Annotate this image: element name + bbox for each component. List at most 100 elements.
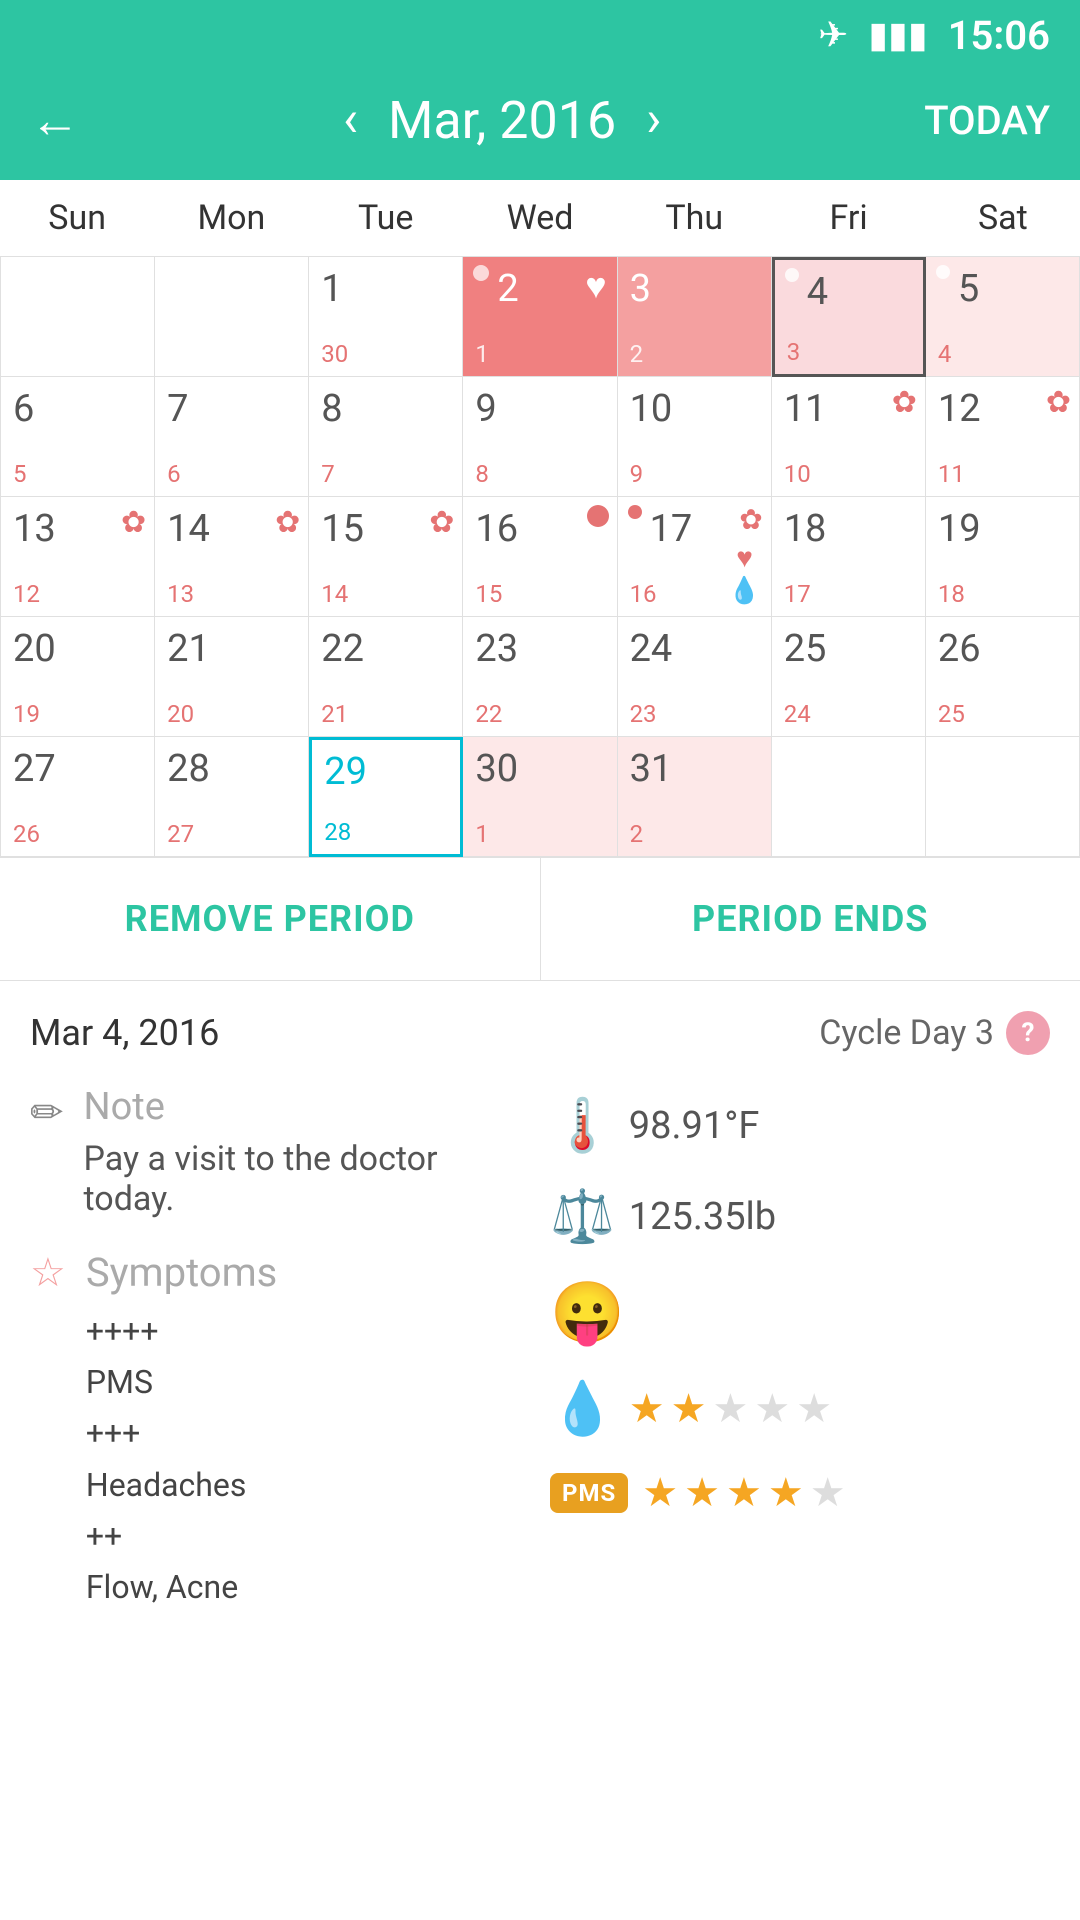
dow-mon: Mon <box>154 180 308 256</box>
cal-cell-mar6[interactable]: 6 5 <box>1 377 155 497</box>
cal-cell-mar11[interactable]: 11 ✿ 10 <box>772 377 926 497</box>
cal-cell-mar26[interactable]: 26 25 <box>926 617 1080 737</box>
dow-fri: Fri <box>771 180 925 256</box>
temperature-value: 98.91°F <box>629 1104 760 1148</box>
symptoms-star-icon: ☆ <box>30 1249 66 1296</box>
cal-cell-mar9[interactable]: 9 8 <box>463 377 617 497</box>
back-button[interactable]: ← <box>30 91 80 150</box>
flow-star-1: ★ <box>629 1385 665 1432</box>
note-title: Note <box>84 1085 530 1129</box>
cal-cell-empty[interactable] <box>1 257 155 377</box>
dow-tue: Tue <box>309 180 463 256</box>
symptoms-list: ++++ PMS +++ Headaches ++ Flow, Acne <box>86 1306 277 1613</box>
battery-icon: ▮▮▮ <box>868 14 927 56</box>
flow-stars: ★ ★ ★ ★ ★ <box>629 1385 832 1432</box>
detail-two-col: ✏ Note Pay a visit to the doctor today. … <box>30 1085 1050 1633</box>
temperature-row: 🌡️ 98.91°F <box>550 1095 1050 1156</box>
cal-cell-empty <box>772 737 926 857</box>
flow-star-5: ★ <box>796 1385 832 1432</box>
period-dot-small <box>936 265 950 279</box>
flow-star-4: ★ <box>754 1385 790 1432</box>
detail-section: Mar 4, 2016 Cycle Day 3 ? ✏ Note Pay a v… <box>0 981 1080 1673</box>
weight-value: 125.35lb <box>629 1195 776 1239</box>
cal-cell-mar21[interactable]: 21 20 <box>155 617 309 737</box>
cal-cell-mar28[interactable]: 28 27 <box>155 737 309 857</box>
symptom-pms-label: PMS <box>86 1357 277 1408</box>
calendar-grid: 1 30 2 ♥ 1 3 2 4 3 5 4 6 5 7 6 8 7 9 8 1… <box>0 257 1080 857</box>
dow-thu: Thu <box>617 180 771 256</box>
cal-cell-mar29[interactable]: 29 28 <box>309 737 463 857</box>
cal-cell-mar5[interactable]: 5 4 <box>926 257 1080 377</box>
heart-icon: ♥ <box>585 265 606 307</box>
symptom-plusplus-label: ++++ <box>86 1306 277 1357</box>
cal-cell-mar25[interactable]: 25 24 <box>772 617 926 737</box>
ovulation-flower-icon: ✿ <box>1046 385 1071 420</box>
heart-pink-icon: ♥ <box>736 541 753 574</box>
flow-star-3: ★ <box>712 1385 748 1432</box>
action-row: REMOVE PERIOD PERIOD ENDS <box>0 857 1080 981</box>
symptoms-content: Symptoms ++++ PMS +++ Headaches ++ Flow,… <box>86 1249 277 1613</box>
weight-row: ⚖️ 125.35lb <box>550 1186 1050 1247</box>
cal-cell-mar14[interactable]: 14 ✿ 13 <box>155 497 309 617</box>
dow-wed: Wed <box>463 180 617 256</box>
symptoms-row: ☆ Symptoms ++++ PMS +++ Headaches ++ Flo… <box>30 1249 530 1613</box>
today-button[interactable]: TODAY <box>924 97 1050 144</box>
ovulation-flower-icon: ✿ <box>892 385 917 420</box>
cal-cell-mar3[interactable]: 3 2 <box>618 257 772 377</box>
prev-month-button[interactable]: ‹ <box>343 91 358 149</box>
note-text: Pay a visit to the doctor today. <box>84 1139 530 1219</box>
cal-cell-mar1[interactable]: 1 30 <box>309 257 463 377</box>
cal-cell-mar20[interactable]: 20 19 <box>1 617 155 737</box>
cal-cell-mar2[interactable]: 2 ♥ 1 <box>463 257 617 377</box>
drop-icon: 💧 <box>728 576 760 606</box>
cal-cell-mar12[interactable]: 12 ✿ 11 <box>926 377 1080 497</box>
airplane-icon: ✈ <box>818 14 848 56</box>
cal-cell-mar10[interactable]: 10 9 <box>618 377 772 497</box>
period-dot <box>628 505 642 519</box>
symptom-plus3-label: +++ <box>86 1408 277 1459</box>
cycle-help-button[interactable]: ? <box>1006 1011 1050 1055</box>
remove-period-button[interactable]: REMOVE PERIOD <box>0 858 541 980</box>
dow-sat: Sat <box>926 180 1080 256</box>
cal-cell-mar31[interactable]: 31 2 <box>618 737 772 857</box>
cal-cell-mar27[interactable]: 27 26 <box>1 737 155 857</box>
cal-cell-empty[interactable] <box>155 257 309 377</box>
note-content: Note Pay a visit to the doctor today. <box>84 1085 530 1219</box>
cal-cell-mar8[interactable]: 8 7 <box>309 377 463 497</box>
detail-header: Mar 4, 2016 Cycle Day 3 ? <box>30 1011 1050 1055</box>
period-dot <box>473 265 489 281</box>
detail-date: Mar 4, 2016 <box>30 1012 219 1054</box>
pms-badge: PMS <box>550 1473 628 1513</box>
cal-cell-mar24[interactable]: 24 23 <box>618 617 772 737</box>
period-ends-button[interactable]: PERIOD ENDS <box>541 858 1080 980</box>
flow-star-2: ★ <box>671 1385 707 1432</box>
cal-cell-mar13[interactable]: 13 ✿ 12 <box>1 497 155 617</box>
month-navigation: ‹ Mar, 2016 › <box>343 90 661 151</box>
ovulation-flower-icon: ✿ <box>429 505 454 540</box>
cal-cell-mar17[interactable]: 17 ✿ ♥ 💧 16 <box>618 497 772 617</box>
cal-cell-mar30[interactable]: 30 1 <box>463 737 617 857</box>
ovulation-flower-icon: ✿ <box>275 505 300 540</box>
next-month-button[interactable]: › <box>646 91 661 149</box>
detail-right-col: 🌡️ 98.91°F ⚖️ 125.35lb 😛 💧 ★ ★ ★ ★ <box>530 1085 1050 1633</box>
status-bar: ✈ ▮▮▮ 15:06 <box>0 0 1080 70</box>
scale-icon: ⚖️ <box>550 1186 615 1247</box>
cal-cell-mar18[interactable]: 18 17 <box>772 497 926 617</box>
flow-rating-row: 💧 ★ ★ ★ ★ ★ <box>550 1378 1050 1439</box>
cal-cell-mar4[interactable]: 4 3 <box>772 257 926 377</box>
ovulation-flower-icon: ✿ <box>121 505 146 540</box>
cal-cell-mar16[interactable]: 16 15 <box>463 497 617 617</box>
note-row: ✏ Note Pay a visit to the doctor today. <box>30 1085 530 1219</box>
cycle-info: Cycle Day 3 ? <box>819 1011 1050 1055</box>
mood-row: 😛 <box>550 1277 1050 1348</box>
pms-rating-row: PMS ★ ★ ★ ★ ★ <box>550 1469 1050 1516</box>
cal-cell-mar19[interactable]: 19 18 <box>926 497 1080 617</box>
cal-cell-mar7[interactable]: 7 6 <box>155 377 309 497</box>
pms-stars: ★ ★ ★ ★ ★ <box>642 1469 845 1516</box>
period-dot-small <box>785 268 799 282</box>
cal-cell-mar22[interactable]: 22 21 <box>309 617 463 737</box>
cal-cell-mar23[interactable]: 23 22 <box>463 617 617 737</box>
cal-cell-mar15[interactable]: 15 ✿ 14 <box>309 497 463 617</box>
pms-star-3: ★ <box>726 1469 762 1516</box>
status-time: 15:06 <box>948 12 1050 59</box>
